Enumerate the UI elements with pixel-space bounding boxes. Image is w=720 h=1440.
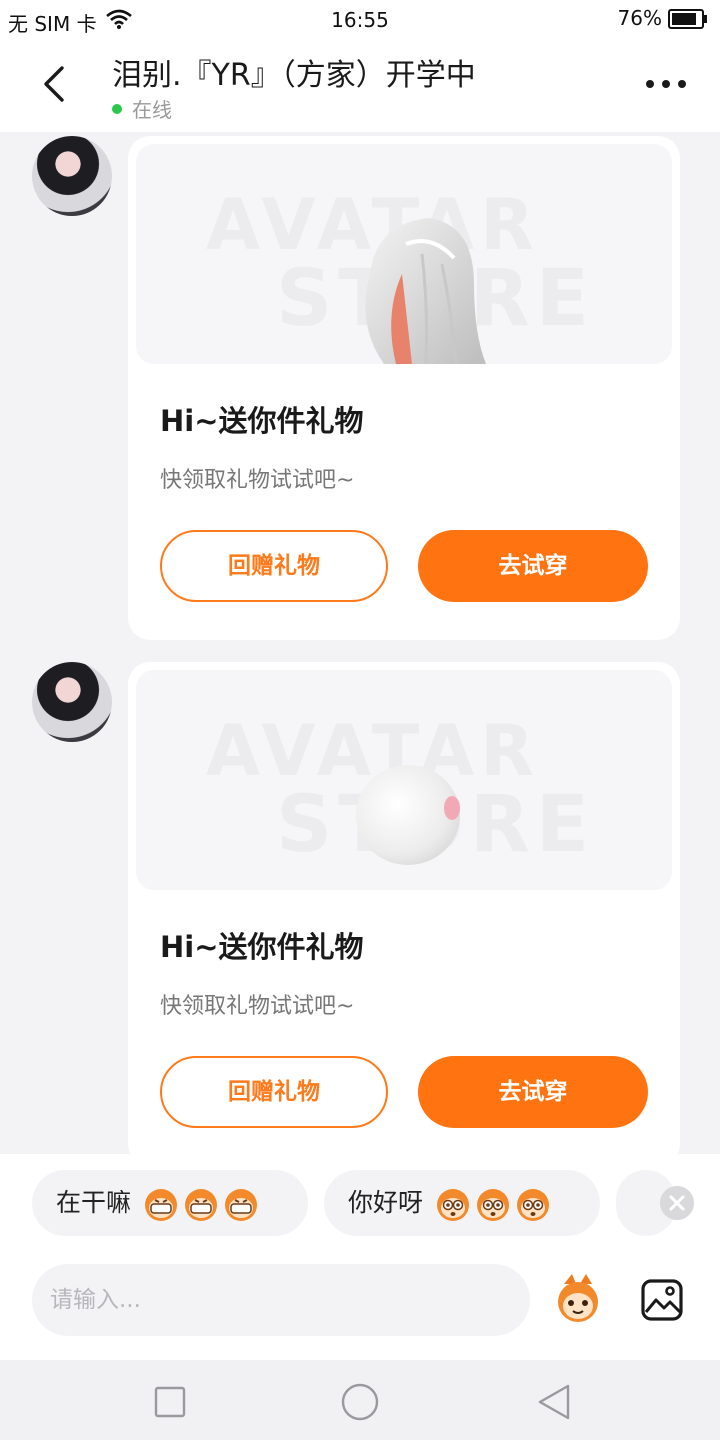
composer <box>0 1254 720 1360</box>
mascot-emoji-icon[interactable] <box>554 1272 602 1326</box>
online-dot-icon <box>112 104 122 114</box>
gift-card-subtitle: 快领取礼物试试吧~ <box>160 468 355 493</box>
quick-reply-bar: 在干嘛 你好呀 <box>0 1154 720 1254</box>
status-bar: 无 SIM 卡 16:55 76% <box>0 0 720 38</box>
online-status: 在线 <box>112 94 172 123</box>
try-on-button[interactable]: 去试穿 <box>418 1056 648 1128</box>
chat-title: 泪别.『YR』（方家）开学中 <box>112 58 476 93</box>
home-icon[interactable] <box>340 1382 380 1422</box>
system-nav-bar <box>0 1360 720 1440</box>
bun-gift-icon <box>356 765 460 865</box>
gift-preview-image[interactable]: AVATAR STORE <box>136 144 672 364</box>
message-list[interactable]: AVATAR STORE Hi~送你件礼物 快领取礼物试试吧~ 回赠礼物 去试穿 <box>0 132 720 1154</box>
wide-eyed-mascot-icon <box>436 1188 550 1222</box>
quick-reply-chip[interactable]: 你好呀 <box>324 1170 600 1236</box>
sender-avatar[interactable] <box>32 136 112 216</box>
system-back-icon[interactable] <box>534 1382 574 1422</box>
gift-preview-image[interactable]: AVATAR STORE <box>136 670 672 890</box>
recent-apps-icon[interactable] <box>150 1382 190 1422</box>
gift-card: AVATAR STORE Hi~送你件礼物 快领取礼物试试吧~ 回赠礼物 去试穿 <box>128 136 680 640</box>
hair-gift-icon <box>365 218 486 364</box>
gift-card-title: Hi~送你件礼物 <box>160 930 364 964</box>
gift-card: AVATAR STORE Hi~送你件礼物 快领取礼物试试吧~ 回赠礼物 去试穿 <box>128 662 680 1154</box>
battery-percentage: 76% <box>617 6 662 30</box>
gift-card-title: Hi~送你件礼物 <box>160 404 364 438</box>
clock: 16:55 <box>331 8 389 32</box>
grinning-mascot-icon <box>144 1188 258 1222</box>
return-gift-button[interactable]: 回赠礼物 <box>160 1056 388 1128</box>
sender-avatar[interactable] <box>32 662 112 742</box>
chat-header: 泪别.『YR』（方家）开学中 在线 <box>0 38 720 132</box>
online-status-label: 在线 <box>132 98 172 122</box>
gift-card-subtitle: 快领取礼物试试吧~ <box>160 994 355 1019</box>
message-input[interactable] <box>32 1264 530 1336</box>
back-icon[interactable] <box>34 62 74 106</box>
more-options-icon[interactable] <box>644 72 688 96</box>
quick-reply-chip[interactable]: 在干嘛 <box>32 1170 308 1236</box>
return-gift-button[interactable]: 回赠礼物 <box>160 530 388 602</box>
close-quick-replies-icon[interactable] <box>660 1186 694 1220</box>
battery-icon <box>668 9 707 29</box>
try-on-button[interactable]: 去试穿 <box>418 530 648 602</box>
image-picker-icon[interactable] <box>640 1278 684 1322</box>
quick-reply-text: 你好呀 <box>348 1188 424 1217</box>
quick-reply-text: 在干嘛 <box>56 1188 132 1217</box>
